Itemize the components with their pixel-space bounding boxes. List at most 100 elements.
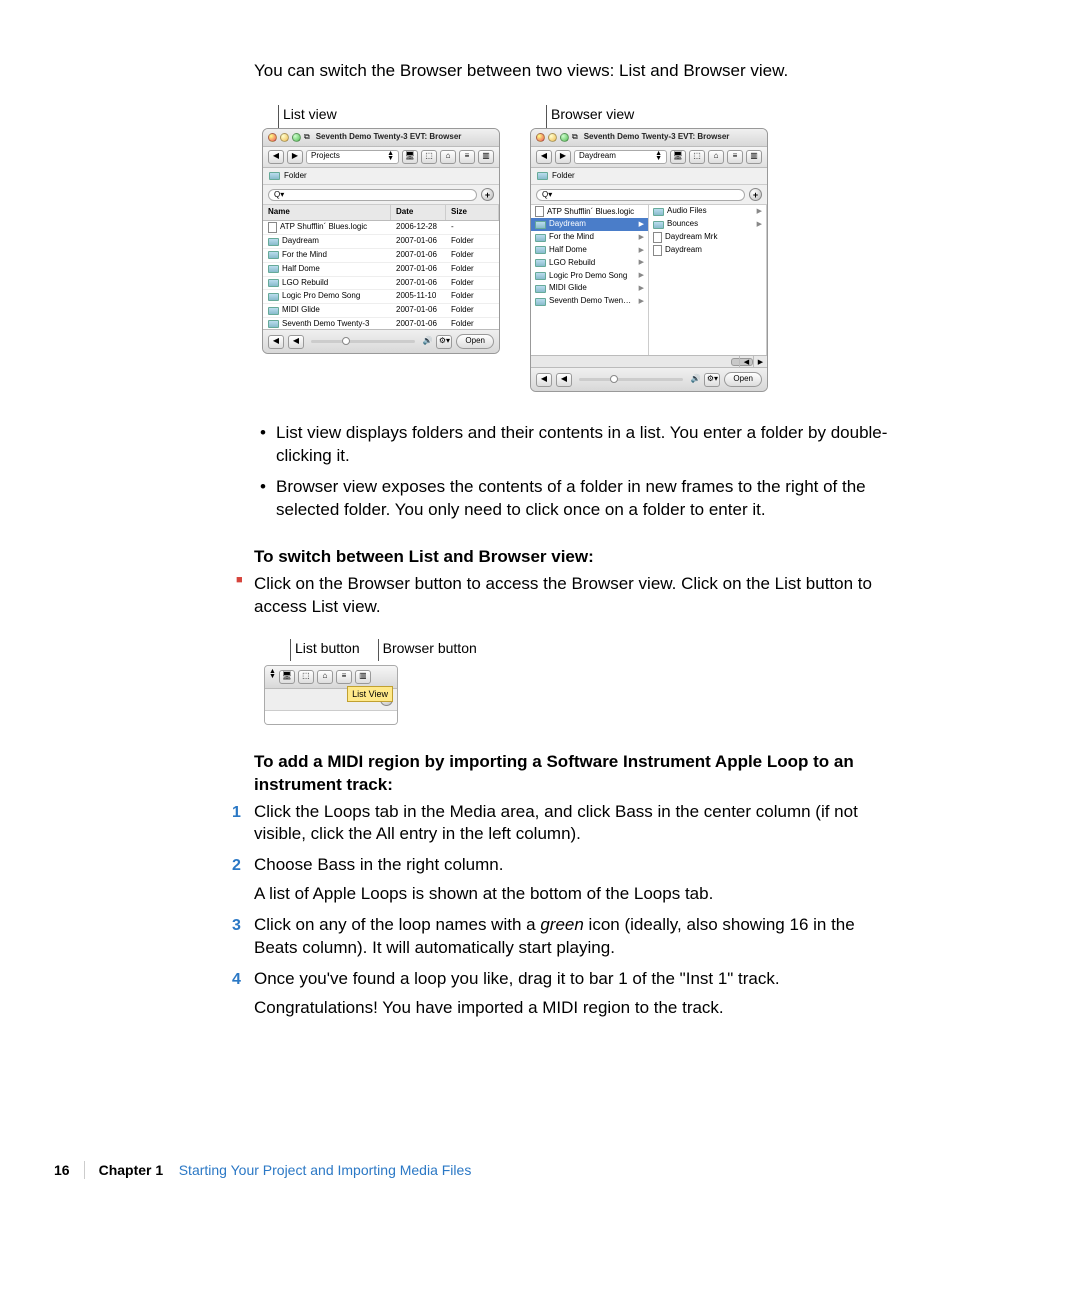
browser-view-button[interactable]: ▥ (478, 150, 494, 164)
list-item[interactable]: ATP Shufflin´ Blues.logic2006-12-28- (263, 221, 499, 235)
folder-icon (268, 265, 279, 273)
prev-button[interactable]: ◀ (536, 373, 552, 387)
minimize-icon[interactable] (280, 133, 289, 142)
volume-slider[interactable] (311, 340, 415, 343)
gear-button[interactable]: ⚙▾ (436, 335, 452, 349)
step-note: Congratulations! You have imported a MID… (254, 997, 899, 1020)
list-item[interactable]: Daydream2007-01-06Folder (263, 235, 499, 249)
volume-slider[interactable] (579, 378, 683, 381)
folder-icon (537, 172, 548, 180)
close-icon[interactable] (268, 133, 277, 142)
project-icon[interactable]: ⬚ (689, 150, 705, 164)
zoom-icon[interactable] (560, 133, 569, 142)
search-icon: Q▾ (274, 190, 284, 201)
list-view-button[interactable]: ≡ (336, 670, 352, 684)
minimize-icon[interactable] (548, 133, 557, 142)
gear-button[interactable]: ⚙▾ (704, 373, 720, 387)
prev-button[interactable]: ◀ (268, 335, 284, 349)
folder-icon (535, 221, 546, 229)
add-button[interactable]: + (749, 188, 762, 201)
forward-button[interactable]: ▶ (555, 150, 571, 164)
column-item[interactable]: MIDI Glide▶ (531, 282, 648, 295)
path-field[interactable]: Projects ▲▼ (306, 150, 399, 164)
file-list: ATP Shufflin´ Blues.logic2006-12-28- Day… (263, 221, 499, 329)
tooltip: List View (347, 686, 393, 702)
play-button[interactable]: ◀ (288, 335, 304, 349)
scroll-right-icon[interactable]: ▶ (753, 356, 767, 368)
browser-view-button[interactable]: ▥ (746, 150, 762, 164)
computer-icon[interactable]: 🖥 (279, 670, 295, 684)
col-date-header[interactable]: Date (391, 205, 446, 220)
file-icon (535, 206, 544, 217)
column-item[interactable]: Seventh Demo Twen…▶ (531, 295, 648, 308)
home-icon[interactable]: ⌂ (440, 150, 456, 164)
open-button[interactable]: Open (456, 334, 494, 349)
path-stepper-icon[interactable]: ▲▼ (655, 152, 662, 162)
folder-icon (535, 272, 546, 280)
toolbar: ◀ ▶ Projects ▲▼ 🖥 ⬚ ⌂ ≡ ▥ (263, 147, 499, 168)
step-marker-icon: ■ (236, 573, 243, 588)
list-item[interactable]: MIDI Glide2007-01-06Folder (263, 304, 499, 318)
computer-icon[interactable]: 🖥 (670, 150, 686, 164)
chevron-right-icon: ▶ (757, 207, 762, 216)
add-button[interactable]: + (481, 188, 494, 201)
browser-view-caption: Browser view (546, 105, 634, 128)
chevron-right-icon: ▶ (757, 220, 762, 229)
forward-button[interactable]: ▶ (287, 150, 303, 164)
play-button[interactable]: ◀ (556, 373, 572, 387)
step-number: 3 (232, 915, 241, 937)
browser-column: ATP Shufflin´ Blues.logic Daydream▶ For … (531, 205, 649, 355)
folder-icon (535, 285, 546, 293)
list-item[interactable]: LGO Rebuild2007-01-06Folder (263, 277, 499, 291)
col-name-header[interactable]: Name (263, 205, 391, 220)
open-button[interactable]: Open (724, 372, 762, 387)
step-item: 2 Choose Bass in the right column. A lis… (254, 854, 899, 906)
column-item[interactable]: Daydream Mrk (649, 231, 766, 244)
close-icon[interactable] (536, 133, 545, 142)
search-input[interactable]: Q▾ (268, 189, 477, 201)
list-item[interactable]: Logic Pro Demo Song2005-11-10Folder (263, 290, 499, 304)
column-item[interactable]: For the Mind▶ (531, 231, 648, 244)
browser-view-block: Browser view ⧉ Seventh Demo Twenty-3 EVT… (530, 103, 768, 392)
back-button[interactable]: ◀ (536, 150, 552, 164)
folder-bar: Folder (531, 168, 767, 186)
back-button[interactable]: ◀ (268, 150, 284, 164)
zoom-icon[interactable] (292, 133, 301, 142)
computer-icon[interactable]: 🖥 (402, 150, 418, 164)
step-item: 4 Once you've found a loop you like, dra… (254, 968, 899, 1020)
column-item[interactable]: Half Dome▶ (531, 244, 648, 257)
project-icon[interactable]: ⬚ (298, 670, 314, 684)
home-icon[interactable]: ⌂ (317, 670, 333, 684)
list-view-button[interactable]: ≡ (459, 150, 475, 164)
browser-view-window: ⧉ Seventh Demo Twenty-3 EVT: Browser ◀ ▶… (530, 128, 768, 392)
column-item[interactable]: Audio Files▶ (649, 205, 766, 218)
screenshot-row: List view ⧉ Seventh Demo Twenty-3 EVT: B… (262, 103, 899, 392)
home-icon[interactable]: ⌂ (708, 150, 724, 164)
search-bar: Q▾ + (531, 185, 767, 205)
search-input[interactable]: Q▾ (536, 189, 745, 201)
column-item[interactable]: Logic Pro Demo Song▶ (531, 270, 648, 283)
project-icon[interactable]: ⬚ (421, 150, 437, 164)
list-item[interactable]: Seventh Demo Twenty-32007-01-06Folder (263, 318, 499, 332)
path-field[interactable]: Daydream ▲▼ (574, 150, 667, 164)
column-item[interactable]: Daydream▶ (531, 218, 648, 231)
column-item[interactable]: Daydream (649, 244, 766, 257)
column-item[interactable]: ATP Shufflin´ Blues.logic (531, 205, 648, 218)
scroll-left-icon[interactable]: ◀ (739, 356, 753, 368)
folder-label: Folder (552, 171, 575, 182)
path-label: Daydream (579, 151, 616, 162)
horizontal-scrollbar[interactable]: ◀ ▶ (531, 355, 767, 367)
chevron-right-icon: ▶ (639, 233, 644, 242)
column-item[interactable]: Bounces▶ (649, 218, 766, 231)
list-view-button[interactable]: ≡ (727, 150, 743, 164)
column-item[interactable]: LGO Rebuild▶ (531, 257, 648, 270)
path-stepper-icon[interactable]: ▲▼ (269, 670, 276, 684)
folder-icon (535, 298, 546, 306)
path-stepper-icon[interactable]: ▲▼ (387, 152, 394, 162)
chevron-right-icon: ▶ (639, 271, 644, 280)
list-item[interactable]: For the Mind2007-01-06Folder (263, 249, 499, 263)
col-size-header[interactable]: Size (446, 205, 499, 220)
list-item[interactable]: Half Dome2007-01-06Folder (263, 263, 499, 277)
page-number: 16 (54, 1161, 70, 1180)
file-icon (268, 222, 277, 233)
